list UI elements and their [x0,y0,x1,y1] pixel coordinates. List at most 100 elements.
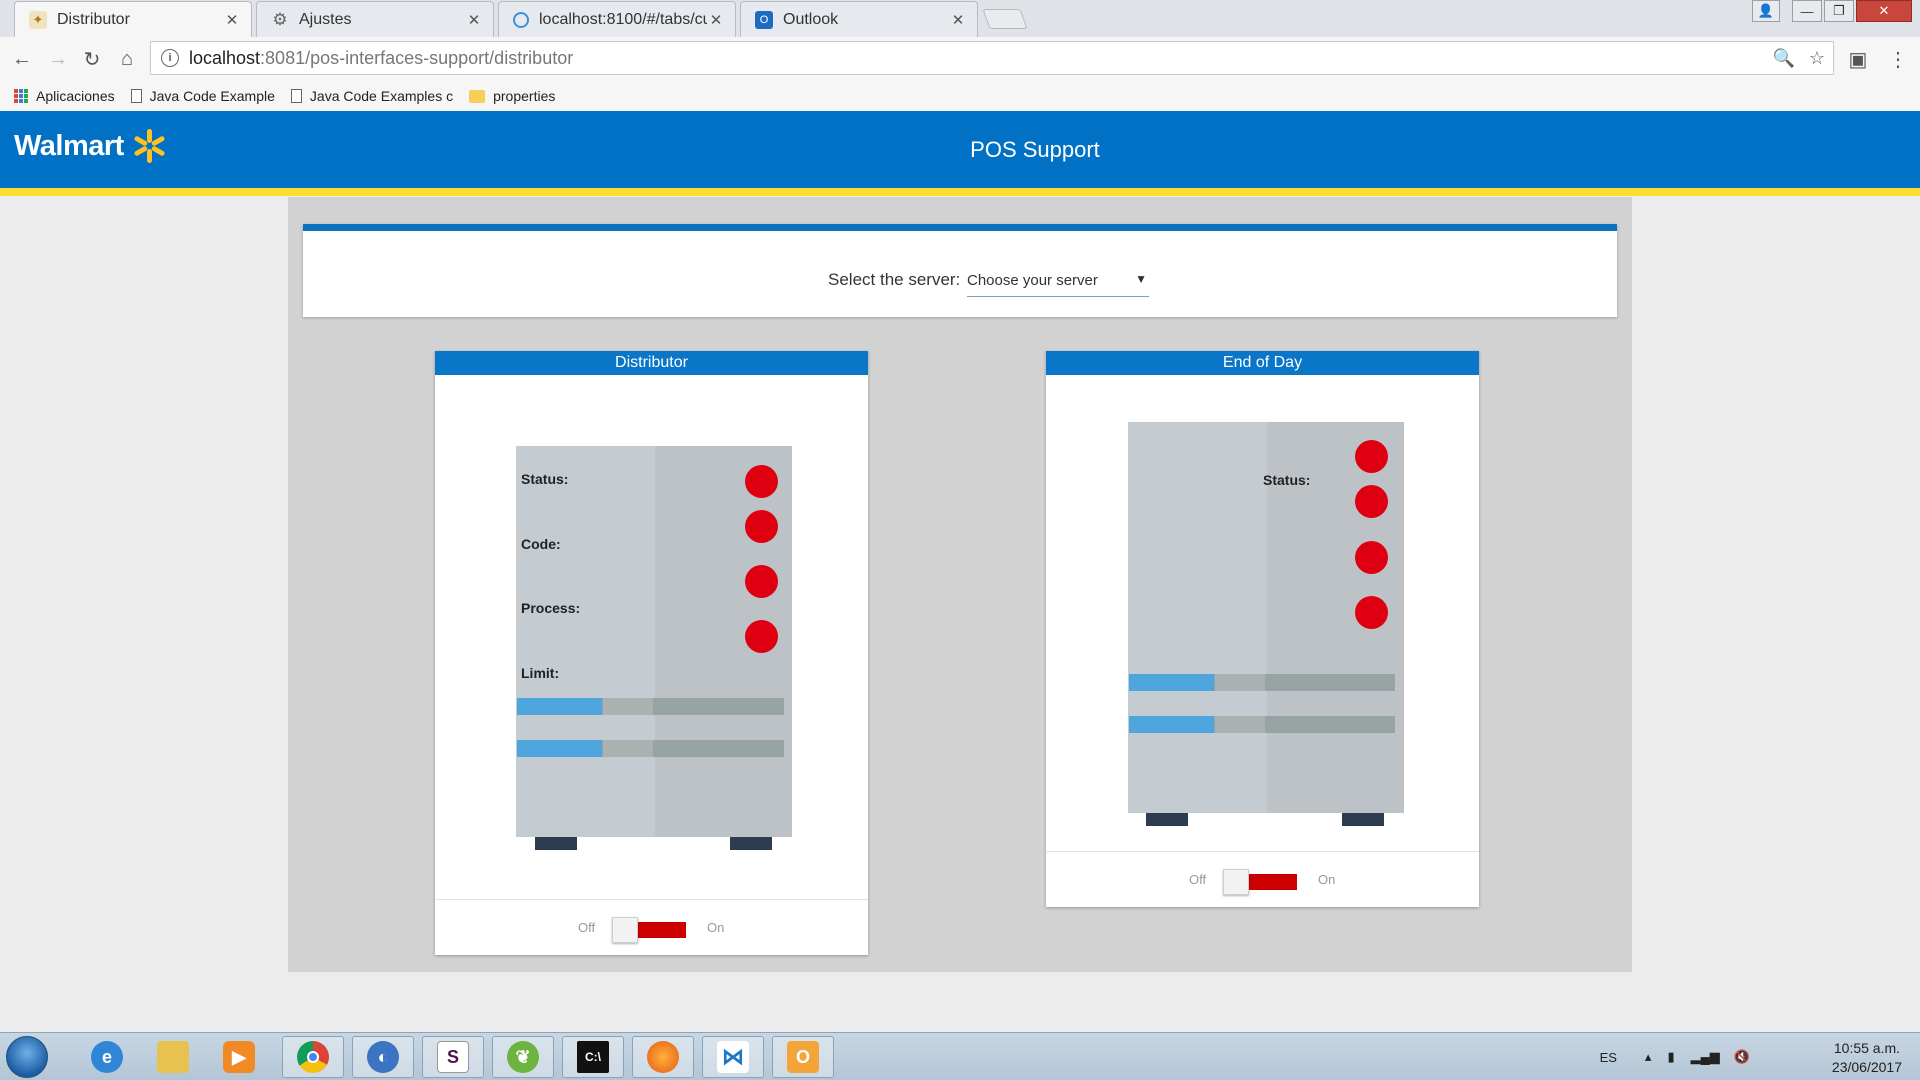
bookmark-star-icon[interactable]: ☆ [1809,48,1825,69]
progress-bar [1129,716,1395,733]
limit-progress-bar [517,740,784,757]
ionic-favicon [513,11,529,28]
close-tab-icon[interactable]: ✕ [949,11,967,29]
progress-bar [1129,674,1395,691]
site-info-icon[interactable]: i [161,49,179,67]
bookmark-apps[interactable]: Aplicaciones [14,88,115,104]
bookmark-java-code-example[interactable]: Java Code Example [130,88,275,104]
gear-icon: ⚙ [272,9,288,29]
bookmark-properties[interactable]: properties [469,88,555,104]
url-path: :8081/pos-interfaces-support/distributor [260,47,574,68]
server-selector-card: Select the server: Choose your server ▼ [303,224,1617,317]
firefox-icon[interactable] [632,1036,694,1078]
process-label: Process: [521,600,581,616]
chrome-icon[interactable] [282,1036,344,1078]
card-title: End of Day [1046,351,1479,375]
toggle-on-label: On [707,920,725,935]
tab-localhost-8100[interactable]: localhost:8100/#/tabs/cu ✕ [498,1,736,37]
command-prompt-icon[interactable]: C:\ [562,1036,624,1078]
file-explorer-icon[interactable] [142,1036,204,1078]
end-of-day-power-toggle[interactable] [1223,869,1297,895]
distributor-power-toggle[interactable] [612,917,686,943]
browser-toolbar: ← → ↻ ⌂ i localhost:8081/pos-interfaces-… [0,37,1920,81]
close-tab-icon[interactable]: ✕ [465,11,483,29]
browser-tabstrip: ✦ Distributor ✕ ⚙ Ajustes ✕ localhost:81… [0,0,1920,38]
start-button[interactable] [6,1036,48,1078]
bookmark-java-code-examples[interactable]: Java Code Examples c [290,88,454,104]
media-player-icon[interactable]: ▶ [208,1036,270,1078]
tab-title: Distributor [57,11,130,28]
user-profile-icon[interactable]: 👤 [1752,0,1780,22]
home-icon[interactable]: ⌂ [113,45,141,73]
walmart-favicon: ✦ [29,11,47,29]
show-hidden-icons-icon[interactable]: ▴ [1645,1049,1652,1065]
close-tab-icon[interactable]: ✕ [707,11,725,29]
address-bar[interactable]: i localhost:8081/pos-interfaces-support/… [150,41,1834,75]
status-indicator [1355,596,1388,629]
card-footer: Off On [1046,851,1479,907]
extension-icon[interactable]: ▣ [1844,45,1872,73]
distributor-card: Distributor Status: Code: Process: Limit… [435,351,868,955]
visual-studio-code-icon[interactable]: ⋈ [702,1036,764,1078]
battery-icon[interactable]: ▮ [1667,1049,1674,1065]
page-icon [290,89,302,103]
bookmark-label: Java Code Example [149,88,275,104]
progress-fill [517,740,603,757]
slack-icon[interactable]: S [422,1036,484,1078]
tab-title: localhost:8100/#/tabs/cu [539,10,707,28]
end-of-day-server-graphic: Status: [1128,422,1404,813]
forward-icon[interactable]: → [44,45,72,73]
server-foot [535,837,577,850]
card-title: Distributor [435,351,868,375]
restore-button[interactable]: ❐ [1824,0,1854,22]
system-tray: ES ▴ ▮ ▂▄▆ 🔇 [1600,1033,1750,1080]
close-tab-icon[interactable]: ✕ [223,11,241,29]
reload-icon[interactable]: ↻ [78,45,106,73]
minimize-button[interactable]: — [1792,0,1822,22]
page-icon [130,89,142,103]
tab-outlook[interactable]: O Outlook ✕ [740,1,978,37]
volume-muted-icon[interactable]: 🔇 [1734,1049,1750,1065]
url-host: localhost [189,47,261,68]
code-indicator [745,510,778,543]
end-of-day-card: End of Day Status: Off On [1046,351,1479,907]
spring-tool-suite-icon[interactable]: ❦ [492,1036,554,1078]
code-label: Code: [521,536,561,552]
tab-ajustes[interactable]: ⚙ Ajustes ✕ [256,1,494,37]
limit-indicator [745,620,778,653]
header-accent-stripe [0,188,1920,196]
windows-taskbar: e ▶ ◐ S ❦ C:\ ⋈ O ES ▴ ▮ ▂▄▆ 🔇 10:55 a.m… [0,1032,1920,1080]
bookmark-label: Aplicaciones [36,88,115,104]
process-indicator [745,565,778,598]
bookmarks-bar: Aplicaciones Java Code Example Java Code… [0,81,1920,111]
apps-grid-icon [14,89,28,103]
new-tab-button[interactable] [982,9,1028,29]
folder-icon [469,89,486,103]
back-icon[interactable]: ← [8,45,36,73]
zoom-icon[interactable]: 🔍 [1772,48,1794,69]
status-indicator [1355,485,1388,518]
bookmark-label: properties [493,88,556,104]
status-label: Status: [1263,472,1311,488]
server-select-label: Select the server: [828,270,961,289]
network-icon[interactable]: ▂▄▆ [1691,1049,1720,1065]
language-indicator[interactable]: ES [1600,1050,1617,1065]
toggle-off-label: Off [578,920,596,935]
outlook-taskbar-icon[interactable]: O [772,1036,834,1078]
clock-time: 10:55 a.m. [1833,1040,1901,1056]
status-indicator [1355,440,1388,473]
menu-icon[interactable]: ⋮ [1884,45,1912,73]
progress-fill [1129,716,1215,733]
system-clock[interactable]: 10:55 a.m. 23/06/2017 [1832,1039,1902,1077]
close-window-button[interactable]: ✕ [1856,0,1912,22]
messenger-icon[interactable]: ◐ [352,1036,414,1078]
internet-explorer-icon[interactable]: e [76,1036,138,1078]
clock-date: 23/06/2017 [1831,1059,1902,1075]
progress-fill [1129,674,1215,691]
bookmark-label: Java Code Examples c [309,88,454,104]
server-select[interactable]: Choose your server ▼ [967,264,1149,297]
limit-progress-bar [517,698,784,715]
status-indicator [745,465,778,498]
tab-distributor[interactable]: ✦ Distributor ✕ [14,1,252,38]
tab-title: Ajustes [299,10,352,28]
